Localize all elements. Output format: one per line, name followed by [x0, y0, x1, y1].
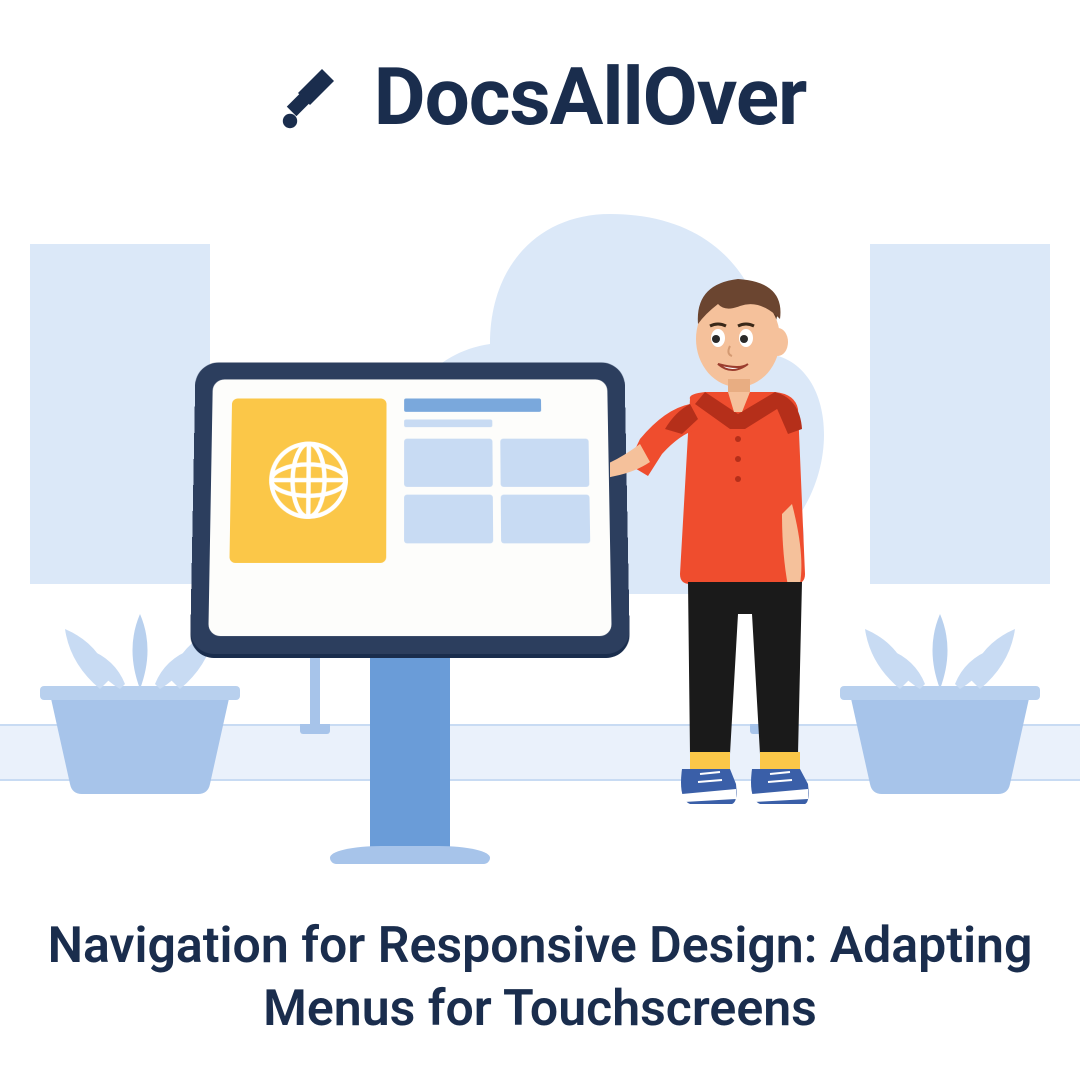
brand-name: DocsAllOver — [374, 50, 807, 144]
kiosk-screen — [208, 379, 611, 636]
globe-icon — [264, 437, 353, 524]
header: DocsAllOver — [0, 0, 1080, 144]
grid-sub-bar — [404, 419, 492, 427]
kiosk-tile — [229, 398, 386, 562]
grid-cell — [404, 439, 493, 487]
kiosk-stand — [370, 634, 450, 864]
docsallover-logo-icon — [274, 57, 354, 137]
grid-cell — [500, 439, 589, 487]
grid-cell — [404, 495, 493, 544]
grid-cell — [501, 495, 591, 544]
touchscreen-kiosk — [190, 354, 630, 864]
article-headline: Navigation for Responsive Design: Adapti… — [0, 915, 1080, 1040]
bg-wall-left — [30, 244, 210, 584]
bg-wall-right — [870, 244, 1050, 584]
person-illustration — [610, 264, 890, 864]
kiosk-grid — [404, 398, 591, 616]
hero-illustration — [0, 174, 1080, 894]
kiosk-base — [330, 846, 490, 864]
kiosk-screen-frame — [190, 362, 630, 654]
grid-header-bar — [404, 398, 541, 411]
